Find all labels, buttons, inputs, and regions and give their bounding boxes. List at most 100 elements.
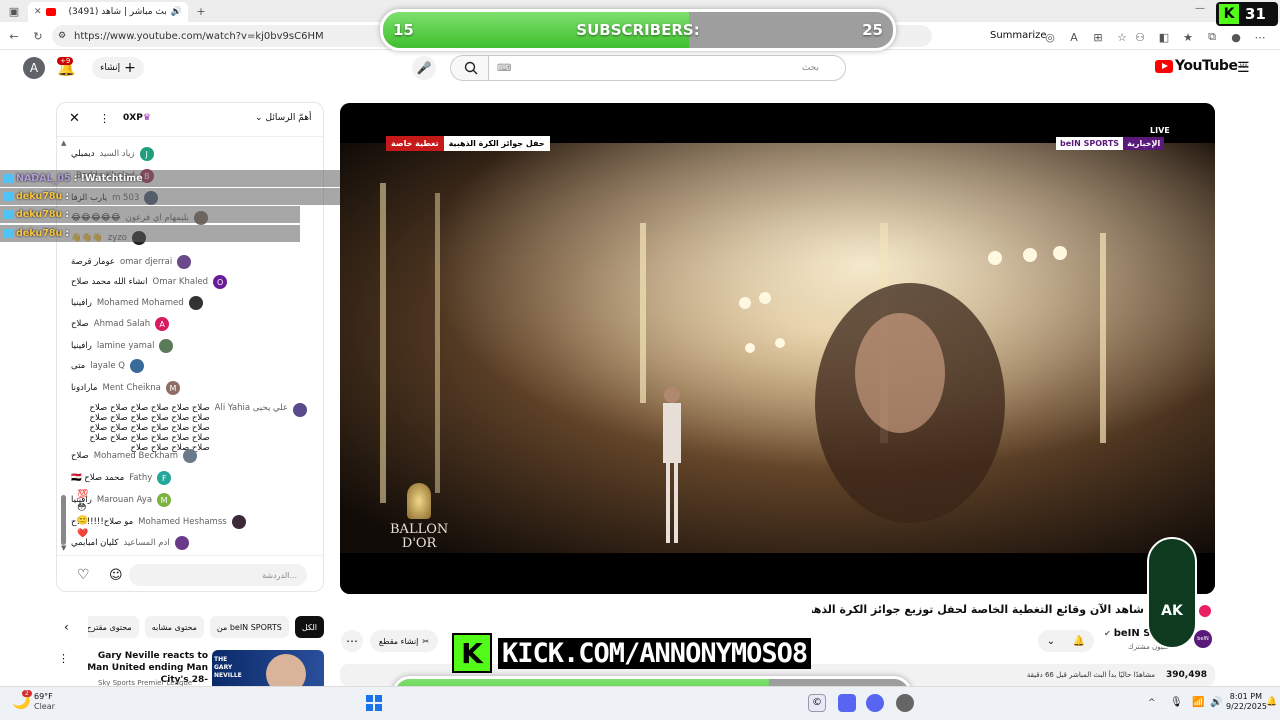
chat-user-avatar[interactable] bbox=[159, 339, 174, 353]
chat-more-options-icon[interactable]: ⋮ bbox=[99, 112, 110, 125]
chat-mode-dropdown[interactable]: ⌄ أهمّ الرسائل bbox=[255, 113, 311, 123]
chat-user-name[interactable]: omar djerrai bbox=[120, 257, 172, 267]
search-button[interactable] bbox=[450, 55, 490, 81]
chat-user-name[interactable]: Mohamed Beckham bbox=[94, 451, 178, 461]
chat-user-name[interactable]: lamine yamal bbox=[97, 341, 155, 351]
heart-reaction-icon[interactable]: ♡ bbox=[77, 567, 90, 583]
collections-icon[interactable]: ⧉ bbox=[1204, 29, 1220, 45]
chat-user-avatar[interactable]: M bbox=[157, 493, 172, 507]
chat-message: layale Q متى bbox=[71, 359, 307, 373]
teams-taskbar-icon[interactable] bbox=[838, 694, 856, 712]
filter-chip[interactable]: الكل bbox=[294, 616, 324, 638]
clock[interactable]: 8:01 PM 9/22/2025 bbox=[1226, 692, 1267, 712]
search-input[interactable]: بحث ⌨ bbox=[488, 55, 846, 81]
recommendation-menu-icon[interactable]: ⋮ bbox=[58, 652, 69, 665]
chat-user-name[interactable]: زياد السيد bbox=[100, 149, 135, 159]
new-tab-icon[interactable]: + bbox=[193, 3, 209, 19]
chat-user-name[interactable]: علي يحيى Ali Yahia bbox=[215, 403, 288, 413]
chat-user-name[interactable]: Mohamed Mohamed bbox=[97, 298, 184, 308]
channel-avatar[interactable]: beIN bbox=[1194, 630, 1212, 648]
weather-widget[interactable]: 69°F Clear bbox=[34, 692, 55, 712]
refresh-icon[interactable]: ↻ bbox=[30, 28, 46, 44]
extensions-icon[interactable]: ⚇ bbox=[1132, 29, 1148, 45]
read-aloud-icon[interactable]: A bbox=[1066, 29, 1082, 45]
keyboard-icon[interactable]: ⌨ bbox=[497, 63, 511, 74]
chat-user-name[interactable]: Marouan Aya bbox=[97, 495, 152, 505]
chat-message-text: صلاح bbox=[71, 451, 89, 461]
scroll-down-arrow-icon[interactable]: ▼ bbox=[61, 544, 66, 552]
copilot-icon[interactable]: ◎ bbox=[1042, 29, 1058, 45]
chips-prev-icon[interactable]: ‹ bbox=[64, 620, 69, 634]
chat-user-avatar[interactable] bbox=[174, 536, 189, 550]
chat-user-avatar[interactable] bbox=[183, 449, 198, 463]
chat-user-name[interactable]: Omar Khaled bbox=[153, 277, 209, 287]
kick-url-banner: K KICK.COM/ANNONYMOSO8 bbox=[452, 633, 812, 673]
scroll-up-arrow-icon[interactable]: ▲ bbox=[61, 139, 66, 147]
subscribed-button[interactable]: ⌄ 🔔 bbox=[1038, 630, 1094, 652]
favorites-icon[interactable]: ★ bbox=[1180, 29, 1196, 45]
translate-icon[interactable]: ⊞ bbox=[1090, 29, 1106, 45]
site-info-icon[interactable]: ⚙ bbox=[58, 31, 66, 41]
chat-user-avatar[interactable]: A bbox=[155, 317, 170, 331]
chat-user-avatar[interactable] bbox=[188, 296, 203, 310]
wifi-icon[interactable]: 📶 bbox=[1192, 697, 1204, 708]
chat-user-avatar[interactable] bbox=[231, 515, 246, 529]
ballon-dor-logo: BALLON D'OR bbox=[390, 483, 448, 551]
more-actions-button[interactable]: ⋯ bbox=[341, 630, 363, 652]
chat-user-name[interactable]: Mohamed Heshamss bbox=[138, 517, 227, 527]
chat-user-name[interactable]: layale Q bbox=[90, 361, 125, 371]
windows-taskbar bbox=[0, 686, 1280, 720]
tab-close-icon[interactable]: ✕ bbox=[34, 7, 42, 17]
summarize-button[interactable]: Summarize bbox=[990, 30, 1047, 41]
clip-button[interactable]: إنشاء مقطع ✂ bbox=[370, 630, 438, 652]
create-button[interactable]: إنشاء + bbox=[92, 57, 144, 79]
chat-user-avatar[interactable]: J bbox=[139, 147, 154, 161]
more-icon[interactable]: ⋯ bbox=[1252, 29, 1268, 45]
filter-chip[interactable]: محتوى مقترح bbox=[88, 616, 139, 638]
windows-start-icon[interactable] bbox=[366, 695, 382, 711]
notification-center-icon[interactable]: 🔔 bbox=[1266, 697, 1277, 707]
emoji-picker-icon[interactable]: ☺ bbox=[109, 568, 123, 583]
minimize-icon[interactable]: — bbox=[1195, 3, 1205, 19]
chat-user-name[interactable]: ادم المساعيد bbox=[123, 538, 169, 548]
tray-chevron-icon[interactable]: ^ bbox=[1148, 698, 1156, 708]
chat-user-avatar[interactable] bbox=[293, 403, 307, 417]
youtube-logo[interactable]: YouTube MA bbox=[1155, 58, 1248, 74]
chat-user-name[interactable]: Fathy bbox=[129, 473, 152, 483]
favorite-star-icon[interactable]: ☆ bbox=[1114, 29, 1130, 45]
back-icon[interactable]: ← bbox=[6, 28, 22, 44]
filter-chip[interactable]: من beIN SPORTS bbox=[209, 616, 289, 638]
chat-scrollbar[interactable] bbox=[61, 495, 66, 545]
chat-user-avatar[interactable]: O bbox=[213, 275, 228, 289]
chat-input[interactable]: الدردشة... bbox=[129, 564, 307, 586]
chat-message: Mohamed Beckham صلاح bbox=[71, 449, 307, 463]
chat-user-name[interactable]: Ahmad Salah bbox=[94, 319, 150, 329]
chat-user-avatar[interactable] bbox=[130, 359, 144, 373]
recommendation-thumbnail[interactable]: THE GARY NEVILLE bbox=[212, 650, 324, 686]
profile-icon[interactable]: ● bbox=[1228, 29, 1244, 45]
chat-user-avatar[interactable]: F bbox=[157, 471, 172, 485]
chat-user-name[interactable]: Ment Cheikna bbox=[102, 383, 160, 393]
ballon-text-2: D'OR bbox=[401, 536, 437, 551]
chat-user-avatar[interactable] bbox=[177, 255, 192, 269]
youtube-play-icon bbox=[1155, 59, 1173, 73]
split-screen-icon[interactable]: ◧ bbox=[1156, 29, 1172, 45]
obs-taskbar-icon[interactable] bbox=[896, 694, 914, 712]
chat-close-icon[interactable]: ✕ bbox=[69, 111, 80, 126]
mic-tray-icon[interactable]: 🎙 bbox=[1170, 697, 1183, 708]
voice-search-mic-icon[interactable]: 🎤 bbox=[412, 56, 436, 80]
broadcast-banner: تغطية خاصة حفل جوائز الكرة الذهبية bbox=[386, 136, 550, 151]
menu-hamburger-icon[interactable]: ☰ bbox=[1237, 60, 1250, 76]
copilot-taskbar-icon[interactable]: © bbox=[808, 694, 826, 712]
filter-chip[interactable]: محتوى مشابه bbox=[144, 616, 204, 638]
banner-event-title: حفل جوائز الكرة الذهبية bbox=[443, 136, 550, 151]
chat-user-avatar[interactable]: M bbox=[165, 381, 180, 395]
volume-icon[interactable]: 🔊 bbox=[1210, 697, 1222, 708]
sidebar-icon[interactable]: ▣ bbox=[6, 3, 22, 19]
tab-title: بث مباشر | شاهد (3491) bbox=[68, 7, 167, 17]
video-player[interactable]: تغطية خاصة حفل جوائز الكرة الذهبية LIVE … bbox=[340, 103, 1215, 594]
account-avatar[interactable]: A bbox=[23, 57, 45, 79]
browser-tab[interactable]: 🔊 بث مباشر | شاهد (3491) ✕ bbox=[28, 2, 188, 22]
discord-taskbar-icon[interactable] bbox=[866, 694, 884, 712]
speaker-icon[interactable]: 🔊 bbox=[171, 7, 182, 17]
